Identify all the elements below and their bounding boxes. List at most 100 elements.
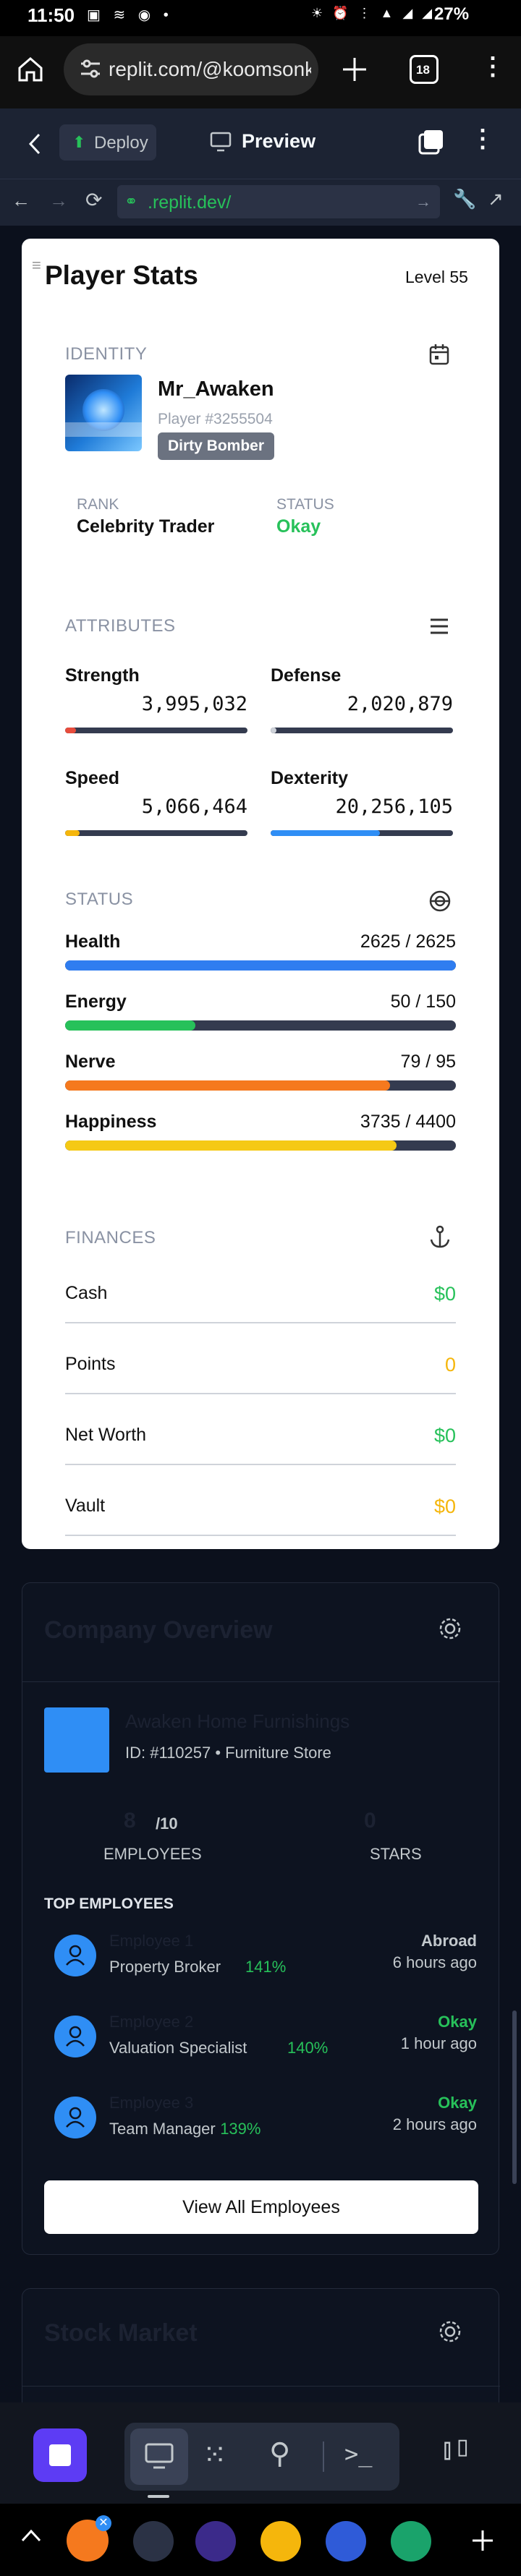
webview-url-bar: ← → ⟳ ⚭ .replit.dev/ → 🔧 ↗ — [0, 179, 521, 226]
attributes-section-label: ATTRIBUTES — [65, 616, 176, 636]
reload-icon[interactable]: ⟳ — [85, 188, 102, 212]
close-badge-icon[interactable]: ✕ — [96, 2515, 111, 2531]
stock-settings-gear-icon[interactable] — [438, 2319, 462, 2344]
stop-button[interactable] — [33, 2428, 87, 2482]
apps-grid-icon[interactable]: ⁙ — [203, 2439, 227, 2472]
multiple-windows-icon[interactable] — [417, 127, 446, 156]
attribute-name: Dexterity — [271, 768, 348, 788]
home-icon[interactable] — [16, 55, 45, 84]
tool-webview[interactable] — [130, 2428, 188, 2485]
back-icon[interactable] — [25, 132, 46, 156]
company-meta: ID: #110257 • Furniture Store — [125, 1744, 331, 1762]
employee-last-active: 6 hours ago — [392, 1953, 477, 1971]
tab-switcher-button[interactable]: 18 — [410, 55, 439, 84]
webview-url-text: .replit.dev/ — [148, 192, 232, 213]
tool-switcher: ⁙ ⚲ >_ — [124, 2423, 399, 2491]
clock: 11:50 — [27, 4, 75, 26]
view-all-employees-button[interactable]: View All Employees — [44, 2180, 478, 2234]
browser-toolbar: replit.com/@koomsonk 18 ⋮ — [0, 36, 521, 108]
console-icon[interactable]: >_ — [344, 2440, 373, 2468]
player-name: Mr_Awaken — [158, 378, 274, 401]
new-tab-icon[interactable] — [340, 55, 369, 84]
finances-section-label: FINANCES — [65, 1228, 156, 1248]
panels-icon[interactable]: ⫾▯ — [443, 2434, 474, 2465]
view-all-employees-label: View All Employees — [182, 2197, 340, 2217]
status-name: Nerve — [65, 1052, 116, 1072]
replit-menu-icon[interactable]: ⋮ — [470, 124, 495, 153]
status-bar — [65, 960, 456, 971]
employee-last-active: 1 hour ago — [400, 2034, 477, 2052]
player-avatar — [65, 375, 142, 451]
list-icon[interactable] — [428, 616, 450, 636]
finance-value: $0 — [433, 1496, 456, 1517]
system-status-bar: 11:50 ▣ ≋ ◉ • ☀ ⏰ ⋮ ▲ ◢ ◢ 27% — [0, 0, 521, 36]
battery-level: 27% — [434, 4, 470, 24]
employee-role: Valuation Specialist — [109, 2039, 247, 2057]
company-name: Awaken Home Furnishings — [125, 1710, 350, 1732]
anchor-icon[interactable] — [428, 1225, 452, 1250]
app-icon-2[interactable] — [133, 2521, 174, 2562]
menu-icon[interactable]: ≡ — [32, 256, 41, 275]
deploy-button[interactable]: ⬆ Deploy — [59, 124, 156, 161]
status-value: 2625 / 2625 — [360, 931, 456, 952]
deploy-icon: ⬆ — [72, 133, 86, 151]
calendar-icon[interactable] — [428, 343, 450, 366]
title-badge: Dirty Bomber — [158, 432, 275, 460]
status-name: Health — [65, 931, 121, 952]
status-ring-icon[interactable] — [428, 890, 452, 913]
app-icon-6[interactable] — [391, 2521, 431, 2562]
app-icon-5[interactable] — [326, 2521, 366, 2562]
player-id: Player #3255504 — [158, 411, 273, 427]
status-bar — [65, 1080, 456, 1091]
company-logo — [44, 1707, 109, 1773]
webview-url-field[interactable]: ⚭ .replit.dev/ → — [117, 185, 440, 218]
employee-status: Okay — [438, 2094, 477, 2112]
page-title: Player Stats — [45, 260, 198, 290]
tab-preview[interactable]: Preview — [210, 129, 355, 158]
status-value: 79 / 95 — [400, 1052, 456, 1072]
url-text: replit.com/@koomsonk — [109, 58, 311, 80]
add-app-icon[interactable] — [470, 2528, 495, 2553]
rank-value: Celebrity Trader — [77, 516, 215, 537]
active-tool-indicator — [148, 2495, 169, 2498]
expand-up-icon[interactable] — [20, 2528, 42, 2543]
status-bar — [65, 1020, 456, 1031]
employee-avatar — [54, 2016, 96, 2057]
title-badge-text: Dirty Bomber — [168, 438, 265, 454]
finance-row: Net Worth $0 — [65, 1412, 456, 1465]
status-bar-fill — [65, 960, 456, 971]
go-icon[interactable]: → — [415, 192, 431, 211]
open-external-icon[interactable]: ↗ — [488, 188, 504, 210]
devtools-wrench-icon[interactable]: 🔧 — [453, 188, 476, 210]
employee-name: Employee 2 — [109, 2013, 194, 2031]
company-title: Company Overview — [44, 1616, 273, 1644]
attribute-bar-fill — [271, 728, 276, 733]
status-bar — [65, 1140, 456, 1151]
finance-row: Points 0 — [65, 1341, 456, 1394]
company-card: Company Overview Awaken Home Furnishings… — [22, 1582, 500, 2255]
deployments-icon[interactable]: ⚲ — [269, 2437, 290, 2470]
settings-gear-icon[interactable] — [438, 1616, 462, 1641]
notification-icons: ▣ ≋ ◉ • — [87, 7, 173, 23]
finance-name: Net Worth — [65, 1425, 147, 1445]
monitor-tool-icon — [145, 2443, 174, 2469]
finance-row: Cash $0 — [65, 1270, 456, 1323]
address-bar[interactable]: replit.com/@koomsonk — [64, 43, 318, 95]
rank-label: RANK — [77, 496, 119, 513]
app-icon-3[interactable] — [195, 2521, 236, 2562]
webview-back-icon[interactable]: ← — [12, 189, 30, 212]
status-label: STATUS — [276, 496, 334, 513]
replit-bottom-nav: ⁙ ⚲ >_ ⫾▯ — [0, 2402, 521, 2504]
employees-label: EMPLOYEES — [103, 1845, 202, 1863]
webview-forward-icon[interactable]: → — [49, 189, 68, 212]
employee-status: Okay — [438, 2013, 477, 2031]
page-scrollbar[interactable] — [512, 2010, 517, 2184]
site-settings-icon[interactable] — [78, 56, 103, 81]
attribute-value: 5,066,464 — [141, 796, 247, 818]
app-icon-4[interactable] — [260, 2521, 301, 2562]
employee-name: Employee 1 — [109, 1932, 194, 1950]
attribute-bar — [65, 830, 247, 836]
browser-menu-icon[interactable]: ⋮ — [480, 52, 505, 81]
finance-name: Cash — [65, 1283, 108, 1303]
employee-avatar — [54, 2097, 96, 2138]
